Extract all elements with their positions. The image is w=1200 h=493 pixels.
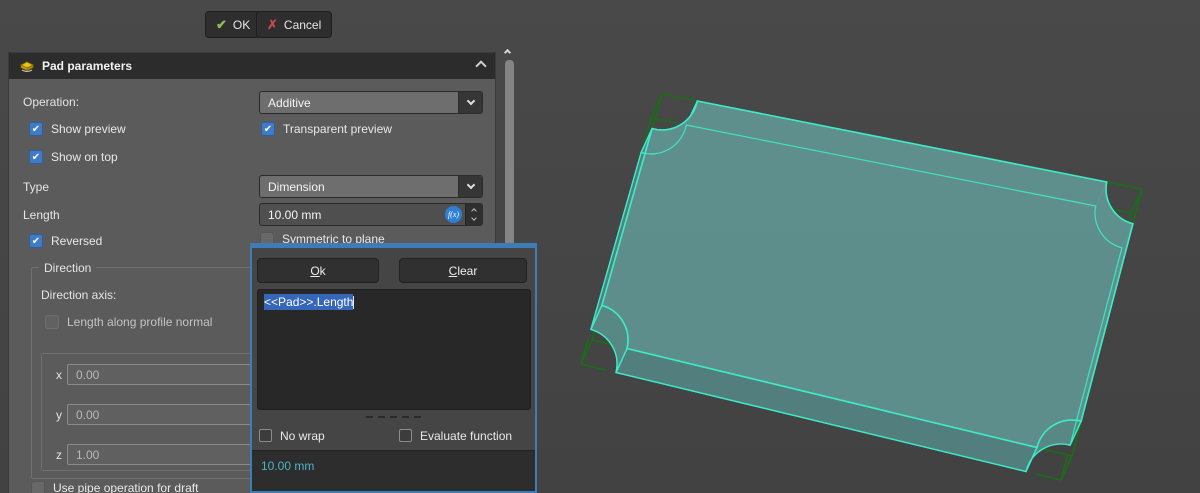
expression-text: <<Pad>>.Length — [264, 294, 354, 310]
no-wrap-label: No wrap — [280, 429, 325, 443]
collapse-chevron-icon[interactable] — [475, 59, 487, 73]
checkbox-box — [259, 429, 272, 442]
show-on-top-label: Show on top — [51, 150, 118, 164]
pad-icon — [20, 61, 34, 73]
type-label: Type — [23, 180, 50, 194]
popup-ok-label: O — [310, 263, 320, 278]
show-on-top-checkbox[interactable]: ✔ Show on top — [29, 150, 118, 164]
chevron-down-icon — [458, 176, 482, 197]
check-icon: ✔ — [261, 122, 275, 136]
no-wrap-checkbox[interactable]: No wrap — [259, 429, 325, 443]
popup-clear-button[interactable]: Clear — [399, 258, 527, 283]
operation-value: Additive — [268, 95, 311, 110]
result-value: 10.00 mm — [261, 459, 315, 473]
evaluate-function-checkbox[interactable]: Evaluate function — [399, 429, 512, 443]
cancel-button[interactable]: ✗ Cancel — [256, 11, 333, 38]
check-icon: ✔ — [29, 234, 43, 248]
check-icon: ✔ — [29, 150, 43, 164]
length-value: 10.00 mm — [268, 207, 322, 222]
transparent-preview-checkbox[interactable]: ✔ Transparent preview — [261, 122, 392, 136]
use-pipe-checkbox[interactable]: Use pipe operation for draft — [31, 481, 198, 493]
use-pipe-label: Use pipe operation for draft — [53, 481, 199, 493]
transparent-preview-label: Transparent preview — [283, 122, 392, 136]
popup-ok-button[interactable]: Ok — [257, 258, 379, 283]
cancel-x-icon: ✗ — [267, 16, 278, 32]
type-value: Dimension — [268, 179, 325, 194]
length-input[interactable]: 10.00 mm f(x) — [259, 203, 483, 226]
expression-fx-icon[interactable]: f(x) — [445, 206, 462, 223]
x-value: 0.00 — [76, 367, 100, 382]
scroll-up-icon[interactable] — [503, 44, 512, 58]
length-along-normal-checkbox[interactable]: Length along profile normal — [45, 315, 212, 329]
operation-label: Operation: — [23, 95, 80, 109]
pad-parameters-header[interactable]: Pad parameters — [9, 53, 495, 79]
cancel-button-label: Cancel — [283, 17, 322, 32]
direction-axis-label: Direction axis: — [41, 288, 117, 302]
ok-check-icon: ✔ — [216, 16, 227, 32]
length-label: Length — [23, 208, 60, 222]
type-combo[interactable]: Dimension — [259, 175, 483, 198]
y-label: y — [56, 408, 62, 422]
checkbox-box — [45, 315, 59, 329]
check-icon: ✔ — [29, 122, 43, 136]
pad-top-face — [601, 101, 1133, 448]
expression-editor-popup: Ok Clear <<Pad>>.Length No wrap Evaluate… — [250, 243, 537, 493]
ok-button[interactable]: ✔ OK — [205, 11, 262, 38]
chevron-down-icon — [458, 92, 482, 113]
panel-title: Pad parameters — [42, 59, 133, 73]
3d-viewport[interactable] — [540, 40, 1200, 493]
checkbox-box — [31, 481, 45, 493]
length-along-normal-label: Length along profile normal — [67, 315, 213, 329]
text-caret — [353, 296, 355, 310]
length-spinner[interactable] — [465, 204, 482, 225]
reversed-checkbox[interactable]: ✔ Reversed — [29, 234, 102, 248]
checkbox-box — [399, 429, 412, 442]
direction-group-label: Direction — [39, 261, 97, 275]
show-preview-checkbox[interactable]: ✔ Show preview — [29, 122, 126, 136]
expression-textarea[interactable]: <<Pad>>.Length — [257, 289, 531, 410]
x-label: x — [56, 368, 62, 382]
expression-result: 10.00 mm — [252, 450, 535, 491]
show-preview-label: Show preview — [51, 122, 126, 136]
reversed-label: Reversed — [51, 234, 103, 248]
evaluate-function-label: Evaluate function — [420, 429, 513, 443]
y-value: 0.00 — [76, 407, 100, 422]
ok-button-label: OK — [232, 17, 251, 32]
splitter-handle-icon[interactable] — [252, 416, 535, 418]
freecad-window: { "task_buttons": { "ok_label": "OK", "c… — [0, 0, 1200, 493]
z-value: 1.00 — [76, 447, 100, 462]
operation-combo[interactable]: Additive — [259, 91, 483, 114]
z-label: z — [56, 448, 62, 462]
